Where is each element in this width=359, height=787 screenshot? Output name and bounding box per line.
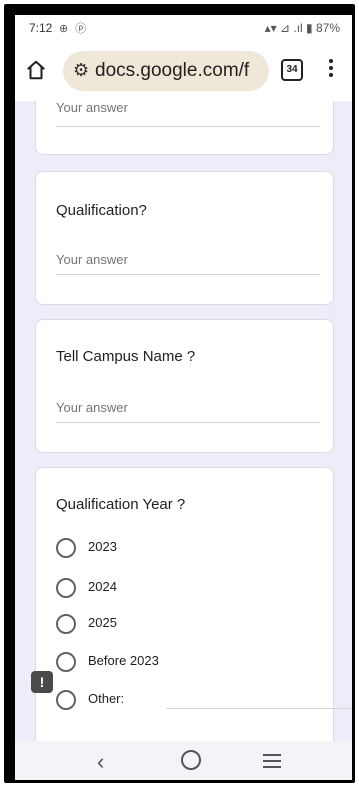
question-card-campus: Tell Campus Name ? Your answer — [35, 319, 334, 453]
status-bar: 7:12 ⊕ ⓟ ▴▾ ⊿ .ıl ▮ 87% — [15, 15, 352, 41]
status-time: 7:12 — [29, 21, 53, 35]
feedback-icon[interactable]: ! — [31, 671, 53, 693]
radio-button[interactable] — [56, 690, 76, 710]
other-text-input[interactable] — [166, 708, 352, 709]
notification-icons: ⊕ ⓟ — [59, 23, 89, 35]
answer-input[interactable]: Your answer — [56, 101, 320, 127]
phone-screen: 7:12 ⊕ ⓟ ▴▾ ⊿ .ıl ▮ 87% ⚙ docs.google.co… — [15, 15, 352, 780]
radio-label: Before 2023 — [88, 653, 159, 668]
back-icon[interactable]: ‹ — [97, 749, 104, 775]
address-bar[interactable]: ⚙ docs.google.com/f — [63, 51, 269, 91]
tab-switcher-button[interactable]: 34 — [281, 59, 303, 81]
radio-label: 2025 — [88, 615, 117, 630]
radio-button[interactable] — [56, 578, 76, 598]
home-icon[interactable] — [25, 59, 47, 81]
device-frame: 7:12 ⊕ ⓟ ▴▾ ⊿ .ıl ▮ 87% ⚙ docs.google.co… — [4, 4, 355, 783]
answer-input[interactable]: Your answer — [56, 400, 320, 423]
question-title: Qualification? — [56, 202, 147, 219]
question-title: Tell Campus Name ? — [56, 348, 196, 365]
radio-label: 2024 — [88, 579, 117, 594]
radio-button[interactable] — [56, 652, 76, 672]
home-nav-icon[interactable] — [181, 750, 201, 770]
question-card-qualification-year: Qualification Year ? 2023 2024 2025 Befo… — [35, 467, 352, 741]
question-card-qualification: Qualification? Your answer — [35, 171, 334, 305]
system-nav-bar: ‹ — [15, 741, 352, 780]
radio-button[interactable] — [56, 538, 76, 558]
radio-label: 2023 — [88, 539, 117, 554]
answer-input[interactable]: Your answer — [56, 252, 320, 275]
status-indicators: ▴▾ ⊿ .ıl ▮ 87% — [264, 21, 340, 35]
url-text[interactable]: docs.google.com/f — [95, 60, 249, 82]
form-content: Your answer Qualification? Your answer T… — [15, 101, 352, 741]
recent-apps-icon[interactable] — [263, 754, 281, 772]
site-settings-icon[interactable]: ⚙ — [73, 60, 89, 81]
overflow-menu-icon[interactable] — [329, 57, 335, 83]
radio-label: Other: — [88, 691, 125, 706]
question-title: Qualification Year ? — [56, 496, 186, 513]
radio-button[interactable] — [56, 614, 76, 634]
browser-toolbar: ⚙ docs.google.com/f 34 — [15, 41, 352, 101]
question-card-partial: Your answer — [35, 101, 334, 155]
